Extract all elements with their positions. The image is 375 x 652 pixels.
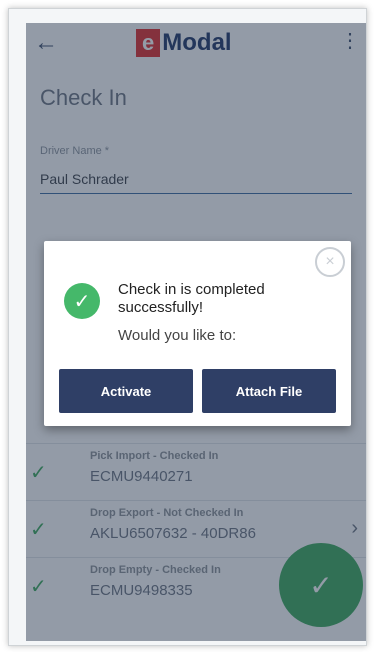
attach-file-button[interactable]: Attach File xyxy=(202,369,336,413)
success-dialog: × ✓ Check in is completed successfully! … xyxy=(44,241,351,426)
mobile-app: ← e Modal ⋮ Check In Driver Name * Paul … xyxy=(26,23,366,641)
prompt-text: Would you like to: xyxy=(118,327,237,344)
screenshot-frame: ← e Modal ⋮ Check In Driver Name * Paul … xyxy=(8,8,367,646)
check-circle-icon: ✓ xyxy=(64,283,100,319)
activate-button[interactable]: Activate xyxy=(59,369,193,413)
close-circle-icon[interactable]: × xyxy=(315,247,345,277)
success-message: Check in is completed successfully! xyxy=(118,281,265,316)
